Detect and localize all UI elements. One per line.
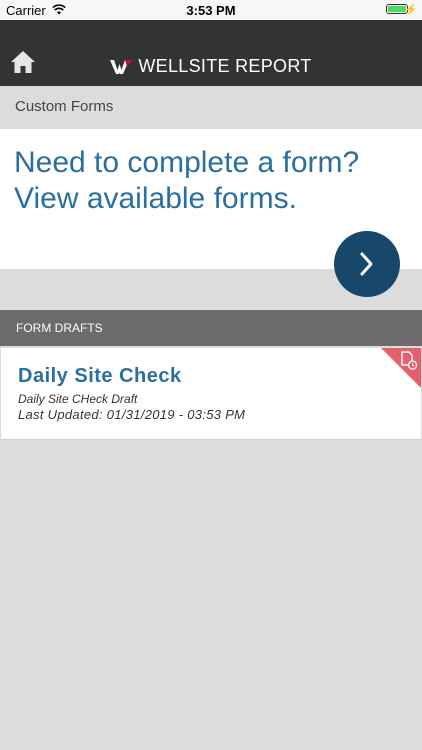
chevron-right-icon (360, 252, 373, 276)
brand-title: WELLSITE REPORT (138, 56, 312, 76)
drafts-header-label: FORM DRAFTS (16, 321, 103, 335)
nav-bar: WELLSITE REPORT (0, 20, 422, 86)
view-forms-button[interactable] (334, 231, 400, 297)
wellsite-logo-icon (110, 59, 133, 80)
app-brand: WELLSITE REPORT (0, 56, 422, 80)
hero-line-2: View available forms. (14, 182, 297, 215)
drafts-header: FORM DRAFTS (0, 310, 422, 346)
custom-forms-label: Custom Forms (15, 98, 114, 115)
draft-title: Daily Site Check (18, 365, 182, 387)
hero-text: Need to complete a form? View available … (14, 145, 409, 217)
draft-subtitle: Daily Site CHeck Draft (18, 392, 138, 406)
charging-icon: ⚡ (404, 4, 418, 16)
status-bar: Carrier 3:53 PM ⚡ (0, 0, 422, 20)
draft-card[interactable]: Daily Site Check Daily Site CHeck Draft … (1, 348, 421, 440)
hero-line-1: Need to complete a form? (14, 146, 360, 179)
draft-document-icon (401, 351, 418, 370)
section-label: Custom Forms (0, 86, 422, 129)
draft-updated: Last Updated: 01/31/2019 - 03:53 PM (18, 407, 246, 422)
clock: 3:53 PM (186, 3, 236, 18)
